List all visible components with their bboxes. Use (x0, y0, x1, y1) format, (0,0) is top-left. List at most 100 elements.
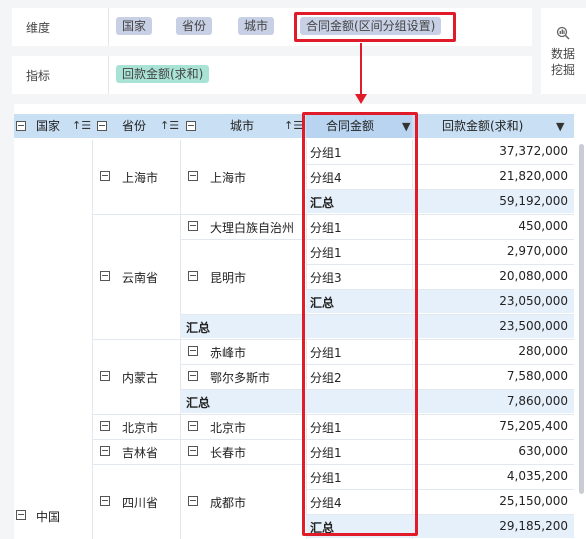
value-cell: 23,500,000 (499, 319, 568, 333)
header-province: 省份 (122, 119, 147, 133)
group-cell: 分组4 (310, 171, 342, 185)
collapse-all-province-icon[interactable] (97, 121, 107, 131)
city-cell: 上海市 (210, 171, 247, 185)
row-line (92, 214, 574, 215)
group-cell: 汇总 (310, 296, 335, 310)
dimension-divider (108, 8, 109, 46)
city-toggle-icon[interactable] (188, 171, 198, 181)
highlight-arrow-head (355, 94, 367, 104)
row-line (92, 464, 574, 465)
province-toggle-icon[interactable] (100, 271, 110, 281)
table-scrollbar[interactable] (579, 144, 584, 494)
row-line (306, 289, 574, 290)
value-cell: 20,080,000 (499, 269, 568, 283)
city-toggle-icon[interactable] (188, 446, 198, 456)
data-mining-label-1: 数据 (550, 47, 575, 61)
dimension-label: 维度 (26, 21, 51, 35)
header-country: 国家 (36, 119, 61, 133)
collapse-all-city-icon[interactable] (186, 121, 196, 131)
row-line (180, 239, 574, 240)
group-cell: 分组1 (310, 446, 342, 460)
dimension-chip-country[interactable]: 国家 (116, 17, 153, 35)
group-cell: 分组3 (310, 271, 342, 285)
row-line (92, 414, 574, 415)
city-toggle-icon[interactable] (188, 371, 198, 381)
sort-country-icon[interactable]: ↑☰ (72, 119, 91, 132)
payment-dropdown-icon[interactable]: ▼ (556, 120, 564, 133)
province-toggle-icon[interactable] (100, 421, 110, 431)
dimension-chip-province[interactable]: 省份 (176, 17, 213, 35)
pivot-table: 国家 ↑☰ 省份 ↑☰ 城市 ↑☰ 合同金额 ▼ 回款金额(求和) ▼ 中国 上… (14, 104, 586, 539)
city-toggle-icon[interactable] (188, 271, 198, 281)
province-cell: 上海市 (122, 171, 159, 185)
country-toggle-icon[interactable] (16, 510, 26, 520)
sort-city-icon[interactable]: ↑☰ (284, 119, 303, 132)
city-toggle-icon[interactable] (188, 221, 198, 231)
row-line (92, 439, 574, 440)
value-cell: 23,050,000 (499, 294, 568, 308)
province-cell: 吉林省 (122, 446, 159, 460)
row-line (306, 514, 574, 515)
value-cell: 75,205,400 (499, 419, 568, 433)
country-cell: 中国 (36, 510, 61, 524)
dimension-chip-contract-grouping[interactable]: 合同金额(区间分组设置) (300, 17, 442, 35)
highlight-arrow-line (360, 43, 362, 95)
province-cell: 四川省 (122, 496, 159, 510)
group-cell: 分组2 (310, 371, 342, 385)
city-cell: 长春市 (210, 446, 247, 460)
value-cell: 29,185,200 (499, 519, 568, 533)
group-cell: 汇总 (310, 521, 335, 535)
city-cell: 赤峰市 (210, 346, 247, 360)
value-cell: 21,820,000 (499, 169, 568, 183)
data-mining-icon[interactable] (555, 26, 571, 40)
row-line (306, 164, 574, 165)
row-line (92, 339, 574, 340)
city-toggle-icon[interactable] (188, 421, 198, 431)
value-cell: 7,860,000 (506, 394, 568, 408)
header-payment: 回款金额(求和) (442, 119, 524, 133)
city-cell: 昆明市 (210, 271, 247, 285)
value-cell: 7,580,000 (506, 369, 568, 383)
province-toggle-icon[interactable] (100, 446, 110, 456)
data-mining-button[interactable]: 数据 挖掘 (548, 46, 578, 78)
value-cell: 2,970,000 (506, 244, 568, 258)
city-toggle-icon[interactable] (188, 346, 198, 356)
province-toggle-icon[interactable] (100, 496, 110, 506)
group-cell: 分组1 (310, 346, 342, 360)
value-cell: 280,000 (518, 344, 568, 358)
group-cell: 分组1 (310, 221, 342, 235)
group-cell: 汇总 (310, 196, 335, 210)
indicator-divider (108, 56, 109, 94)
subtotal-label: 汇总 (186, 321, 211, 335)
indicator-panel (12, 56, 532, 94)
indicator-label: 指标 (26, 69, 51, 83)
row-line (180, 364, 574, 365)
city-toggle-icon[interactable] (188, 496, 198, 506)
province-cell: 内蒙古 (122, 371, 159, 385)
row-line (306, 489, 574, 490)
value-cell: 25,150,000 (499, 494, 568, 508)
group-cell: 分组1 (310, 421, 342, 435)
dimension-chip-city[interactable]: 城市 (238, 17, 275, 35)
province-toggle-icon[interactable] (100, 371, 110, 381)
value-cell: 450,000 (518, 219, 568, 233)
row-line (306, 189, 574, 190)
province-toggle-icon[interactable] (100, 171, 110, 181)
value-cell: 4,035,200 (506, 469, 568, 483)
indicator-chip-payment[interactable]: 回款金额(求和) (116, 65, 210, 83)
group-cell: 分组4 (310, 496, 342, 510)
group-cell: 分组1 (310, 146, 342, 160)
row-line (180, 314, 574, 315)
data-mining-label-2: 挖掘 (550, 63, 575, 77)
collapse-all-country-icon[interactable] (16, 121, 26, 131)
city-cell: 北京市 (210, 421, 247, 435)
sort-province-icon[interactable]: ↑☰ (160, 119, 179, 132)
contract-dropdown-icon[interactable]: ▼ (402, 120, 410, 133)
subtotal-label: 汇总 (186, 396, 211, 410)
header-contract[interactable]: 合同金额 (326, 114, 374, 138)
city-cell: 大理白族自治州 (210, 221, 295, 235)
city-cell: 成都市 (210, 496, 247, 510)
group-cell: 分组1 (310, 471, 342, 485)
row-line (306, 264, 574, 265)
header-city: 城市 (230, 119, 255, 133)
